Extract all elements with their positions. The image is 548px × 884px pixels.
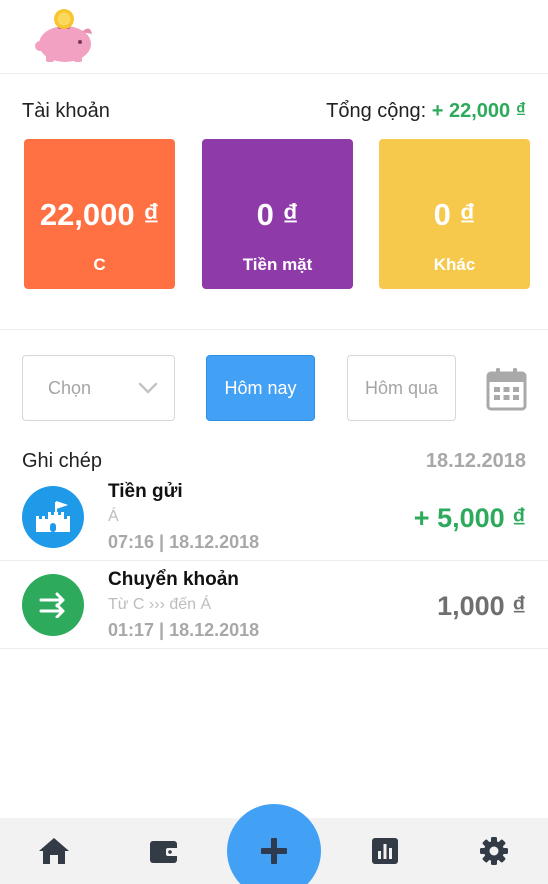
account-card-name: Khác <box>433 255 476 274</box>
gear-icon[interactable] <box>477 834 511 868</box>
today-button[interactable]: Hôm nay <box>206 355 315 421</box>
app-header <box>0 0 548 74</box>
chevron-down-icon <box>138 382 158 394</box>
transaction-subtitle: Từ C ››› đến Á <box>108 596 212 613</box>
accounts-total: Tổng cộng: + 22,000 ₫ <box>326 100 526 123</box>
account-card-name: Tiền mặt <box>242 255 313 274</box>
accounts-title: Tài khoản <box>22 100 110 122</box>
transfer-arrows-icon <box>22 574 84 636</box>
yesterday-button[interactable]: Hôm qua <box>347 355 456 421</box>
calendar-icon[interactable] <box>486 367 527 411</box>
transaction-title: Tiền gửi <box>108 481 183 502</box>
accounts-header: Tài khoản Tổng cộng: + 22,000 ₫ <box>22 100 526 123</box>
account-card-name: C <box>93 255 106 274</box>
home-icon[interactable] <box>37 834 71 868</box>
transaction-time: 07:16 | 18.12.2018 <box>108 532 260 552</box>
wallet-icon[interactable] <box>147 834 181 868</box>
list-item[interactable]: Chuyển khoản Từ C ››› đến Á 01:17 | 18.1… <box>0 561 548 649</box>
transaction-subtitle: Á <box>108 508 119 525</box>
records-title: Ghi chép <box>22 450 103 472</box>
period-select-label: Chọn <box>48 377 92 398</box>
account-card-cash[interactable]: 0 ₫ Tiền mặt <box>202 139 353 289</box>
total-value: + 22,000 ₫ <box>431 100 526 122</box>
transaction-amount: 1,000 ₫ <box>437 591 526 621</box>
piggy-bank-icon <box>35 9 92 62</box>
account-card-amount: 0 ₫ <box>433 197 476 232</box>
chart-icon[interactable] <box>368 834 402 868</box>
account-card-amount: 22,000 ₫ <box>39 197 160 232</box>
records-header: Ghi chép 18.12.2018 <box>22 450 526 473</box>
add-icon <box>261 838 287 864</box>
transaction-title: Chuyển khoản <box>108 569 239 590</box>
transaction-amount: + 5,000 ₫ <box>413 503 526 533</box>
account-card-c[interactable]: 22,000 ₫ C <box>24 139 175 289</box>
period-select[interactable]: Chọn <box>22 355 175 421</box>
transaction-time: 01:17 | 18.12.2018 <box>108 620 260 640</box>
add-button[interactable] <box>227 804 321 884</box>
list-item[interactable]: Tiền gửi Á 07:16 | 18.12.2018 + 5,000 ₫ <box>0 473 548 561</box>
section-divider <box>0 329 548 330</box>
account-card-amount: 0 ₫ <box>256 197 299 232</box>
account-cards: 22,000 ₫ C 0 ₫ Tiền mặt 0 ₫ Khác <box>24 139 530 289</box>
total-label: Tổng cộng: <box>326 100 427 122</box>
castle-icon <box>22 486 84 548</box>
records-date: 18.12.2018 <box>425 450 526 472</box>
account-card-other[interactable]: 0 ₫ Khác <box>379 139 530 289</box>
